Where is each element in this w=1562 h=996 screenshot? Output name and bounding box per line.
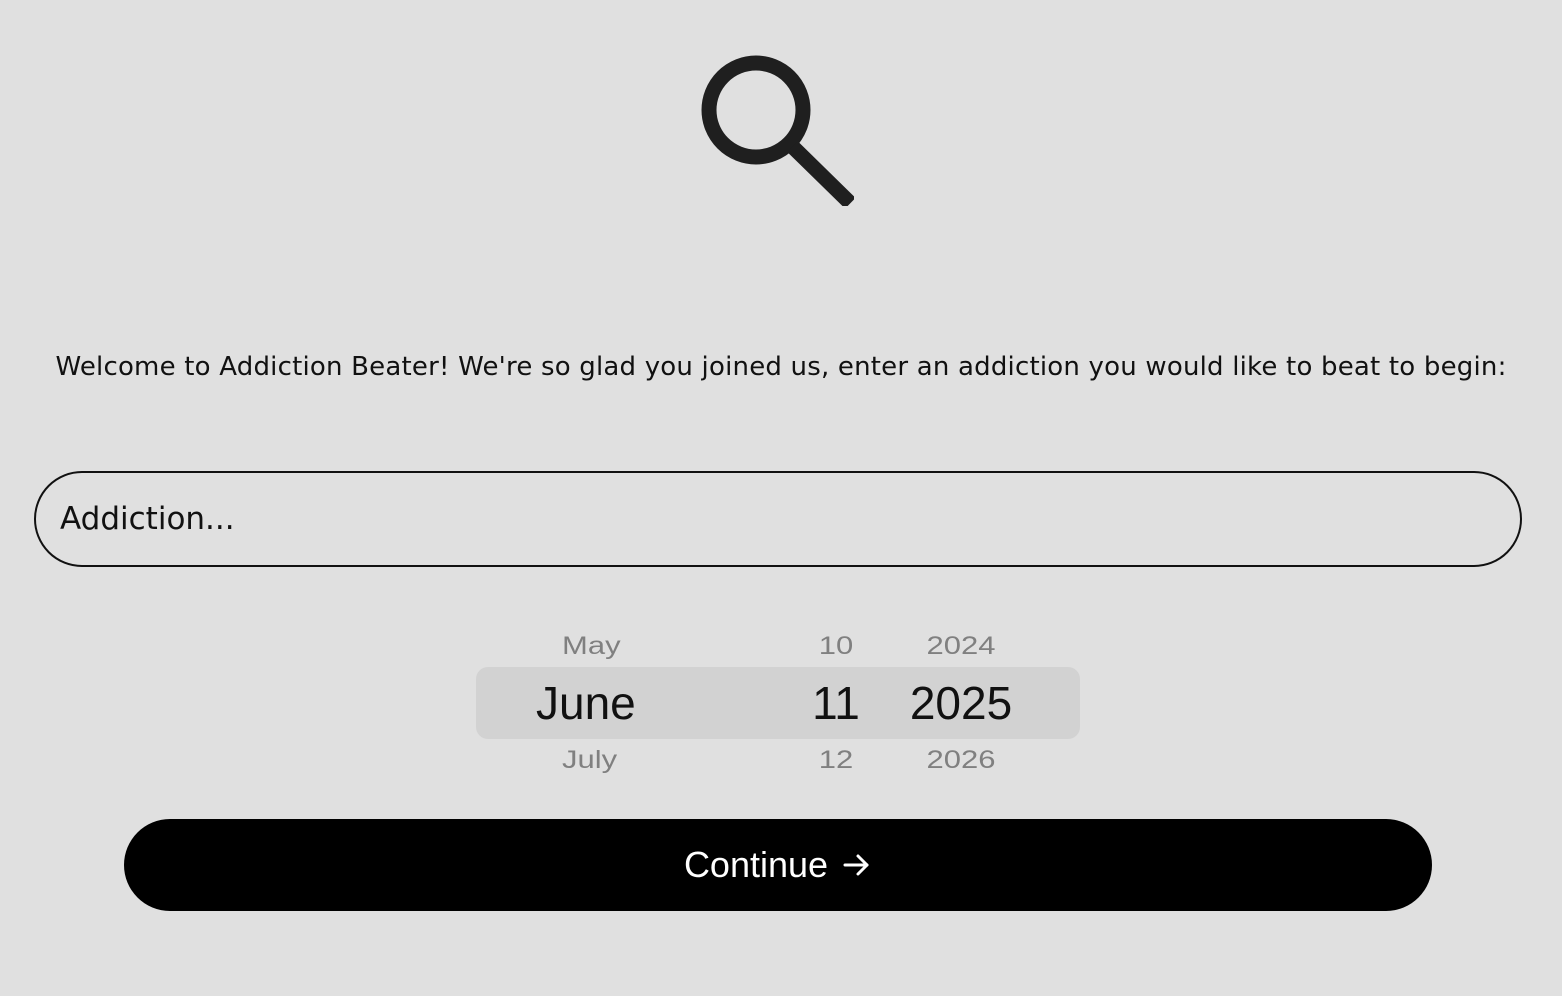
day-next[interactable]: 12	[796, 745, 876, 775]
year-next[interactable]: 2026	[886, 745, 1036, 775]
date-picker[interactable]: ​ May June July ​ 10 11 12 2024 2025 202…	[476, 624, 1080, 782]
arrow-right-icon	[843, 854, 869, 876]
year-wheel[interactable]: 2024 2025 2026	[886, 624, 1036, 782]
year-selected[interactable]: 2025	[886, 672, 1036, 734]
month-edge-top: ​	[516, 624, 696, 630]
year-prev[interactable]: 2024	[886, 631, 1036, 661]
month-selected[interactable]: June	[516, 672, 696, 734]
month-next[interactable]: July	[516, 745, 696, 775]
onboarding-screen: Welcome to Addiction Beater! We're so gl…	[0, 0, 1562, 996]
month-prev[interactable]: May	[516, 631, 696, 661]
month-wheel[interactable]: ​ May June July ​	[516, 624, 696, 782]
day-prev[interactable]: 10	[796, 631, 876, 661]
continue-label: Continue	[683, 844, 829, 885]
continue-button[interactable]: Continue	[124, 819, 1432, 911]
addiction-input[interactable]	[34, 471, 1522, 567]
day-selected[interactable]: 11	[796, 672, 876, 734]
search-icon	[701, 55, 854, 206]
day-wheel[interactable]: 10 11 12	[796, 624, 876, 782]
welcome-message: Welcome to Addiction Beater! We're so gl…	[55, 352, 1507, 382]
month-edge-bottom: ​	[516, 774, 696, 780]
